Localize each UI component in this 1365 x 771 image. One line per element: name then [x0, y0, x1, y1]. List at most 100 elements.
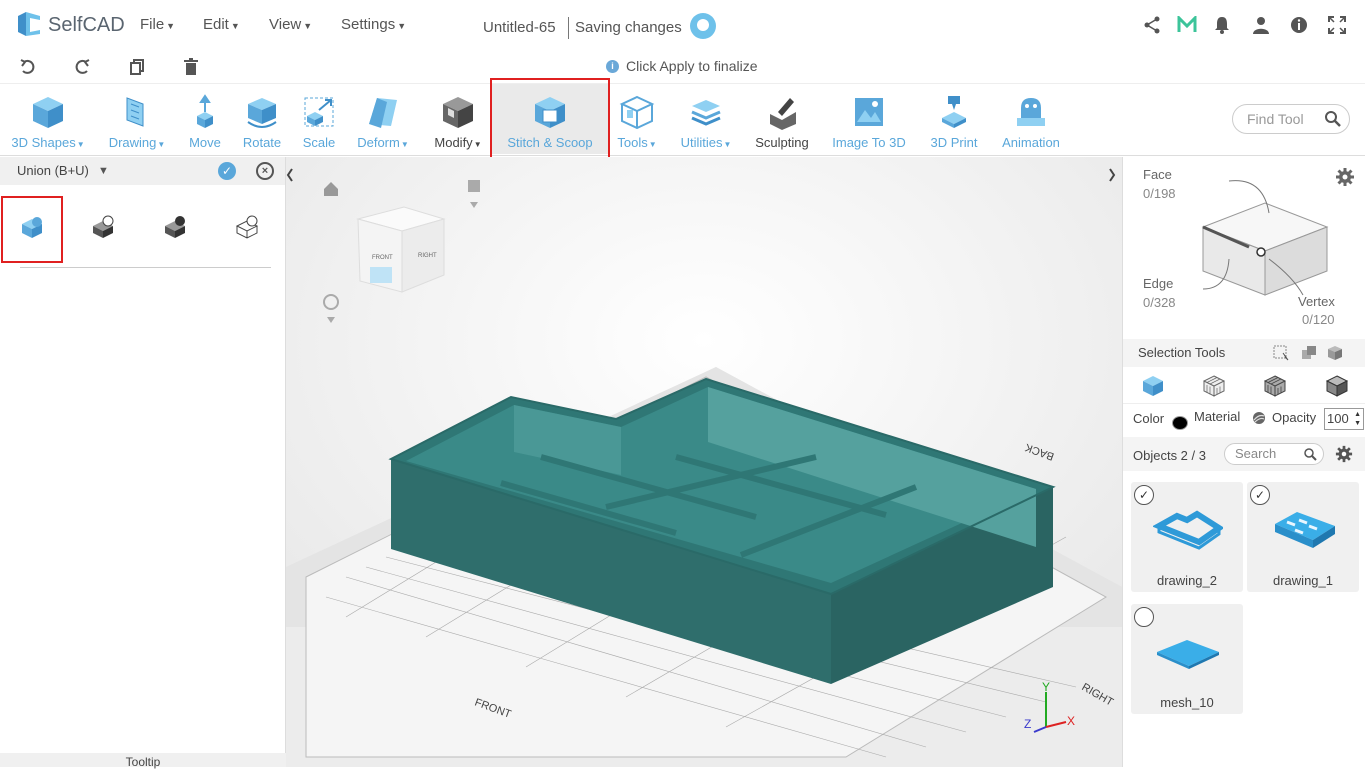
myminifactory-icon[interactable] — [1177, 14, 1197, 36]
tool-drawing[interactable]: Drawing▼ — [102, 84, 172, 156]
object-name: mesh_10 — [1160, 695, 1214, 710]
operation-select[interactable]: Union (B+U) — [17, 163, 89, 178]
object-thumbnail — [1157, 640, 1219, 669]
tool-ribbon: 3D Shapes▼ Drawing▼ Move Rotate Scale De… — [0, 84, 1365, 156]
tool-tools[interactable]: Tools▼ — [612, 84, 662, 156]
selection-mode-row — [1123, 369, 1365, 403]
edge-label[interactable]: Edge — [1143, 276, 1173, 291]
deform-icon — [369, 98, 397, 128]
app-name: SelfCAD — [48, 13, 125, 36]
face-label[interactable]: Face — [1143, 167, 1172, 182]
face-count: 0/198 — [1143, 186, 1176, 201]
tool-modify[interactable]: Modify▼ — [428, 84, 488, 156]
tool-move[interactable]: Move — [180, 84, 230, 156]
axis-y-label: Y — [1042, 680, 1050, 694]
app-logo[interactable]: SelfCAD — [14, 10, 125, 40]
top-bar: SelfCAD File ▼ Edit ▼ View ▼ Settings ▼ Unti… — [0, 0, 1365, 50]
axis-z-label: Z — [1024, 717, 1031, 731]
find-tool-input[interactable]: Find Tool — [1232, 104, 1350, 134]
objects-count: Objects 2 / 3 — [1133, 448, 1206, 463]
3d-viewport[interactable]: FRONT BACK RIGHT FRONT RIGHT Y X Z — [286, 157, 1122, 767]
scale-icon — [304, 97, 334, 127]
objects-search-input[interactable]: Search — [1224, 443, 1324, 465]
tool-animation[interactable]: Animation — [994, 84, 1068, 156]
objects-header: Objects 2 / 3 Search — [1123, 437, 1365, 471]
color-label: Color — [1133, 411, 1165, 426]
view-cube-right-label: RIGHT — [418, 253, 437, 259]
apply-check-button[interactable]: ✓ — [218, 162, 236, 180]
face-mode-icon[interactable] — [1202, 374, 1226, 398]
fullscreen-icon[interactable] — [1327, 16, 1347, 36]
help-info-icon[interactable] — [1289, 16, 1309, 36]
object-mode-icon[interactable] — [1141, 374, 1165, 398]
object-card-drawing-1[interactable]: ✓ drawing_1 — [1247, 482, 1359, 592]
copy-icon[interactable] — [128, 58, 146, 76]
document-title[interactable]: Untitled-65 — [483, 19, 556, 36]
menu-settings[interactable]: Settings ▼ — [341, 16, 406, 33]
object-checkbox[interactable]: ✓ — [1134, 485, 1154, 505]
object-card-mesh-10[interactable]: mesh_10 — [1131, 604, 1243, 714]
menu-edit[interactable]: Edit ▼ — [203, 16, 240, 33]
redo-icon[interactable] — [73, 58, 91, 76]
tool-scale[interactable]: Scale — [294, 84, 344, 156]
objects-settings-gear-icon[interactable] — [1335, 445, 1353, 463]
selection-tools-row: Selection Tools — [1123, 339, 1365, 367]
edge-count: 0/328 — [1143, 295, 1176, 310]
sculpting-icon — [770, 98, 796, 130]
select-all-icon[interactable] — [1327, 345, 1343, 361]
object-thumbnail — [1153, 510, 1223, 550]
object-checkbox[interactable]: ✓ — [1250, 485, 1270, 505]
info-icon: i — [606, 59, 619, 73]
intersect-icon[interactable] — [163, 215, 187, 239]
tool-utilities[interactable]: Utilities▼ — [672, 84, 740, 156]
cancel-close-button[interactable]: × — [256, 162, 274, 180]
tooltip-bar[interactable]: Tooltip — [0, 753, 286, 769]
delete-trash-icon[interactable] — [182, 58, 200, 76]
subtract-icon[interactable] — [91, 215, 115, 239]
box-select-icon[interactable] — [1273, 345, 1289, 361]
scoop-icon[interactable] — [235, 215, 259, 239]
object-name: drawing_1 — [1273, 573, 1333, 588]
rotate-icon — [247, 98, 277, 128]
selection-diagram — [1201, 180, 1329, 296]
title-divider — [568, 17, 569, 39]
menu-file[interactable]: File ▼ — [140, 16, 175, 33]
tool-rotate[interactable]: Rotate — [237, 84, 287, 156]
material-label[interactable]: Material — [1194, 409, 1240, 424]
notifications-bell-icon[interactable] — [1212, 16, 1232, 36]
tool-sculpting[interactable]: Sculpting — [750, 84, 814, 156]
selfcad-logo-icon — [18, 12, 40, 36]
vertex-mode-icon[interactable] — [1325, 374, 1349, 398]
object-thumbnail — [1275, 512, 1335, 548]
3d-print-icon — [942, 96, 966, 128]
undo-icon[interactable] — [19, 58, 37, 76]
tool-3d-shapes[interactable]: 3D Shapes▼ — [6, 84, 90, 156]
move-icon — [197, 94, 213, 128]
tool-3d-print[interactable]: 3D Print — [924, 84, 984, 156]
tool-image-to-3d[interactable]: Image To 3D — [826, 84, 912, 156]
tool-deform[interactable]: Deform▼ — [350, 84, 416, 156]
material-sphere-icon[interactable] — [1252, 411, 1266, 425]
material-properties-row: Color Material Opacity 100 ▲ ▼ — [1123, 403, 1365, 435]
dropdown-triangle-icon[interactable]: ▼ — [98, 157, 109, 185]
object-name: drawing_2 — [1157, 573, 1217, 588]
menu-view[interactable]: View ▼ — [269, 16, 312, 33]
scene-canvas[interactable]: FRONT BACK RIGHT FRONT RIGHT Y X Z — [286, 157, 1122, 767]
animation-icon — [1017, 98, 1045, 126]
object-checkbox[interactable] — [1134, 607, 1154, 627]
share-icon[interactable] — [1142, 16, 1162, 36]
user-account-icon[interactable] — [1251, 16, 1271, 36]
operation-header[interactable]: Union (B+U) ▼ ✓ × — [0, 157, 285, 185]
opacity-input[interactable]: 100 ▲ ▼ — [1324, 408, 1364, 430]
edge-mode-icon[interactable] — [1263, 374, 1287, 398]
select-cubes-icon[interactable] — [1301, 345, 1317, 361]
save-status: Saving changes — [575, 19, 682, 36]
union-highlight — [1, 196, 63, 263]
projection-icon[interactable] — [468, 180, 480, 192]
color-swatch[interactable] — [1172, 416, 1188, 430]
view-cube[interactable]: FRONT RIGHT — [356, 206, 446, 293]
saving-spinner-icon — [690, 13, 716, 39]
opacity-stepper-icon[interactable]: ▲ ▼ — [1354, 410, 1361, 428]
object-card-drawing-2[interactable]: ✓ drawing_2 — [1131, 482, 1243, 592]
tools-icon — [619, 95, 655, 130]
